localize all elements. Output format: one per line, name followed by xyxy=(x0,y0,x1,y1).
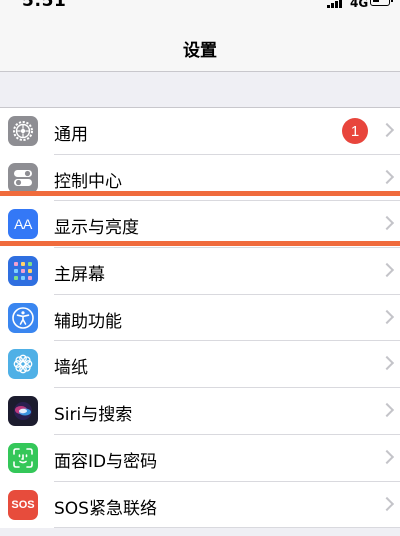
flower-icon xyxy=(8,349,38,380)
settings-row-label: SOS紧急联络 xyxy=(54,498,157,519)
settings-row-label: 辅助功能 xyxy=(54,311,122,332)
battery-cap xyxy=(391,0,393,2)
notification-badge: 1 xyxy=(342,118,368,144)
chevron-right-icon xyxy=(379,169,395,184)
network-type: 4G xyxy=(350,0,369,10)
chevron-right-icon xyxy=(379,122,395,138)
settings-row-face-id-passcode[interactable]: 面容ID与密码 xyxy=(0,435,400,482)
row-divider xyxy=(54,527,400,529)
signal-strength-icon xyxy=(327,0,343,8)
siri-icon xyxy=(8,396,38,427)
settings-row-siri-search[interactable]: Siri与搜索 xyxy=(0,388,400,435)
settings-screen: 5:51 4G 设置 通用 1 控制中心 AA 显示与亮度 主屏幕 辅助功能 墙… xyxy=(0,0,400,536)
chevron-right-icon xyxy=(379,262,395,278)
navigation-bar: 设置 xyxy=(0,22,400,72)
settings-row-label: 控制中心 xyxy=(54,171,122,192)
chevron-right-icon xyxy=(379,356,395,371)
page-title: 设置 xyxy=(183,41,217,61)
toggle-switches-icon xyxy=(8,162,38,193)
face-id-icon xyxy=(8,442,38,473)
settings-row-wallpaper[interactable]: 墙纸 xyxy=(0,341,400,389)
icon-text: AA xyxy=(14,216,32,233)
app-grid-icon xyxy=(8,256,38,287)
settings-row-label: 通用 xyxy=(54,125,88,145)
settings-row-accessibility[interactable]: 辅助功能 xyxy=(0,295,400,342)
settings-row-home-screen[interactable]: 主屏幕 xyxy=(0,248,400,295)
status-bar: 5:51 4G xyxy=(0,0,400,22)
chevron-right-icon xyxy=(379,309,395,324)
chevron-right-icon xyxy=(379,496,395,511)
accessibility-icon xyxy=(8,302,38,333)
settings-row-label: 主屏幕 xyxy=(54,265,105,286)
settings-row-label: 墙纸 xyxy=(54,358,88,379)
chevron-right-icon xyxy=(379,216,395,231)
status-time: 5:51 xyxy=(22,0,67,11)
settings-row-label: 面容ID与密码 xyxy=(54,451,158,472)
gear-icon xyxy=(8,116,38,146)
highlight-marker-top xyxy=(0,191,400,196)
settings-row-general[interactable]: 通用 1 xyxy=(0,108,400,155)
settings-row-emergency-sos[interactable]: SOS SOS紧急联络 xyxy=(0,482,400,529)
battery-icon xyxy=(370,0,390,6)
icon-text: SOS xyxy=(11,498,35,511)
sos-icon: SOS xyxy=(8,489,38,520)
settings-list: 通用 1 控制中心 AA 显示与亮度 主屏幕 辅助功能 墙纸 Siri与搜索 面… xyxy=(0,107,400,529)
chevron-right-icon xyxy=(379,449,395,464)
settings-row-label: Siri与搜索 xyxy=(54,405,133,426)
highlight-marker-bottom xyxy=(0,241,400,246)
text-size-icon: AA xyxy=(8,209,38,240)
chevron-right-icon xyxy=(379,403,395,418)
settings-row-label: 显示与亮度 xyxy=(54,218,139,239)
